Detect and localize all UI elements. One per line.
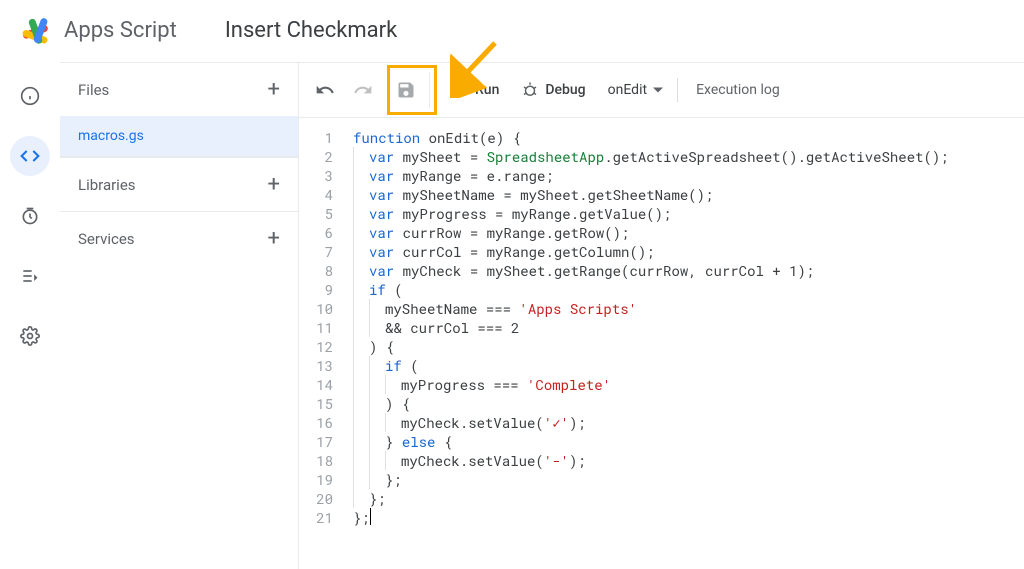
file-item[interactable]: macros.gs: [60, 116, 298, 157]
redo-button[interactable]: [345, 72, 381, 108]
save-highlight-annotation: [387, 65, 437, 115]
add-file-button[interactable]: +: [268, 77, 280, 102]
add-library-button[interactable]: +: [268, 172, 280, 197]
files-header: Files +: [60, 62, 298, 116]
code-editor[interactable]: 123456789101112131415161718192021 functi…: [299, 118, 1024, 569]
function-select[interactable]: onEdit: [598, 72, 669, 108]
function-selected: onEdit: [608, 82, 647, 98]
left-rail: [0, 62, 60, 569]
apps-script-logo: [16, 11, 56, 51]
header: Apps Script Insert Checkmark: [0, 0, 1024, 62]
rail-editor[interactable]: [10, 136, 50, 176]
sidebar: Files + macros.gs Libraries + Services +: [60, 62, 298, 569]
execution-log-label: Execution log: [696, 82, 780, 98]
services-header: Services +: [60, 211, 298, 265]
undo-button[interactable]: [307, 72, 343, 108]
rail-overview[interactable]: [10, 76, 50, 116]
run-button[interactable]: Run: [443, 72, 509, 108]
services-label: Services: [78, 230, 135, 248]
toolbar-divider: [677, 78, 678, 102]
add-service-button[interactable]: +: [268, 226, 280, 251]
line-gutter: 123456789101112131415161718192021: [299, 128, 345, 569]
app-name: Apps Script: [64, 18, 177, 43]
files-label: Files: [78, 81, 109, 99]
rail-executions[interactable]: [10, 256, 50, 296]
run-label: Run: [475, 82, 499, 98]
debug-button[interactable]: Debug: [511, 72, 595, 108]
libraries-label: Libraries: [78, 176, 136, 194]
code-content[interactable]: function onEdit(e) {var mySheet = Spread…: [345, 128, 1024, 569]
main: Run Debug onEdit Execution log 123456789…: [298, 62, 1024, 569]
debug-label: Debug: [545, 82, 585, 98]
libraries-header: Libraries +: [60, 157, 298, 211]
toolbar: Run Debug onEdit Execution log: [299, 62, 1024, 118]
rail-settings[interactable]: [10, 316, 50, 356]
project-name[interactable]: Insert Checkmark: [225, 18, 397, 43]
execution-log-button[interactable]: Execution log: [686, 72, 790, 108]
rail-triggers[interactable]: [10, 196, 50, 236]
save-button[interactable]: [394, 72, 430, 108]
